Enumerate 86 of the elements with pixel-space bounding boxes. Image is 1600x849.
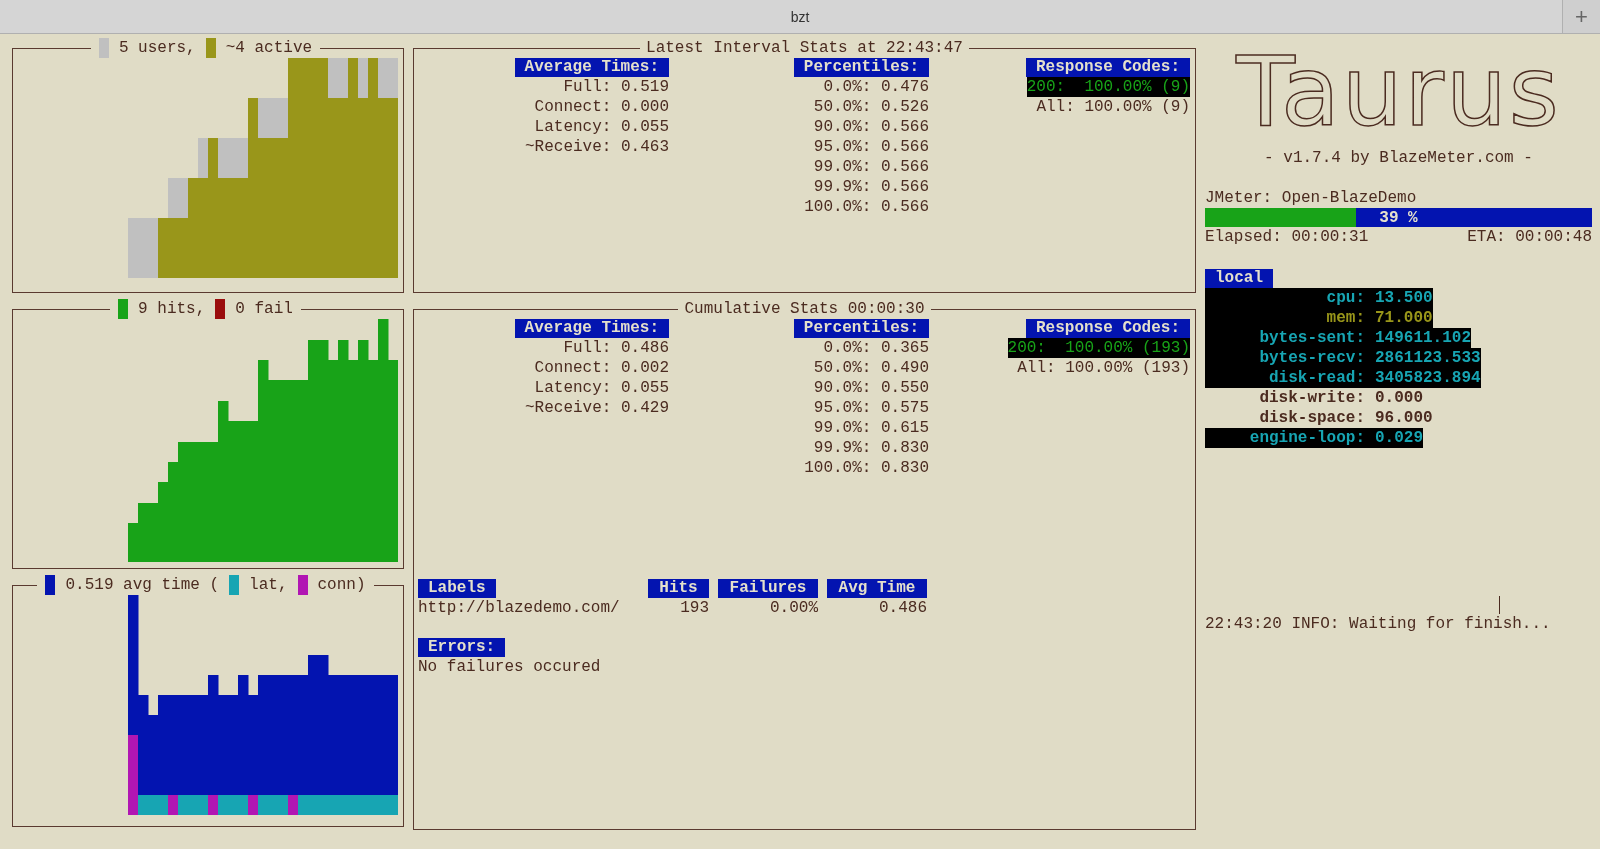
progress-reading: 39 % xyxy=(1379,207,1418,228)
latency-bar xyxy=(138,795,149,815)
column-header: Failures xyxy=(718,579,818,598)
stat-row: ~Receive: 0.429 xyxy=(524,398,669,418)
stat-row: Latency: 0.055 xyxy=(534,378,669,398)
stat-row: Full: 0.486 xyxy=(563,338,669,358)
latency-bar xyxy=(178,795,189,815)
column-header: Avg Time xyxy=(827,579,927,598)
metric-row-text: disk-space: 96.000 xyxy=(1258,408,1433,428)
window-title: bzt xyxy=(790,7,810,27)
column-header: Labels xyxy=(418,579,496,598)
latency-bar xyxy=(198,795,209,815)
eta-time: ETA: 00:00:48 xyxy=(1467,227,1592,247)
executor-label: JMeter: Open-BlazeDemo xyxy=(1205,188,1418,208)
stat-row: 90.0%: 0.550 xyxy=(813,378,929,398)
table-cell-text: 0.486 xyxy=(878,598,927,618)
metric-row: mem: 71.000 xyxy=(1205,308,1433,328)
legend-label: 9 hits, xyxy=(138,299,206,319)
logo-text: Taurus xyxy=(1236,46,1561,138)
panel-title: Latest Interval Stats at 22:43:47 xyxy=(645,38,964,58)
stat-row: Latency: 0.055 xyxy=(534,117,669,137)
log-line: 22:43:20 INFO: Waiting for finish... xyxy=(1205,614,1552,634)
metric-row: bytes-sent: 149611.102 xyxy=(1205,328,1471,348)
latency-bar xyxy=(158,795,169,815)
legend-label: 0.519 avg time ( xyxy=(65,575,220,595)
stat-row: 95.0%: 0.575 xyxy=(813,398,929,418)
stat-row: 50.0%: 0.490 xyxy=(813,358,929,378)
metric-row: engine-loop: 0.029 xyxy=(1205,428,1423,448)
error-message: No failures occured xyxy=(418,657,601,677)
stat-row: 90.0%: 0.566 xyxy=(813,117,929,137)
panel-title: Cumulative Stats 00:00:30 xyxy=(683,299,926,319)
legend-label: lat, xyxy=(249,575,288,595)
response-code-row: 200: 100.00% (9) xyxy=(1026,77,1190,97)
stat-row: 100.0%: 0.830 xyxy=(804,458,929,478)
elapsed-time: Elapsed: 00:00:31 xyxy=(1205,227,1369,247)
stat-row: ~Receive: 0.463 xyxy=(524,137,669,157)
section-header: Average Times: xyxy=(514,319,669,338)
text-cursor xyxy=(1499,596,1500,614)
response-code-row: 200: 100.00% (193) xyxy=(1007,338,1190,358)
response-code-row: All: 100.00% (193) xyxy=(1017,358,1190,378)
latency-bar xyxy=(278,795,289,815)
new-tab-button[interactable]: + xyxy=(1562,0,1600,33)
stat-row: 0.0%: 0.365 xyxy=(823,338,929,358)
section-header: Average Times: xyxy=(514,58,669,77)
metric-row: bytes-recv: 2861123.533 xyxy=(1205,348,1481,368)
stat-row: 99.9%: 0.830 xyxy=(813,438,929,458)
stat-row: 100.0%: 0.566 xyxy=(804,197,929,217)
users-bar xyxy=(128,218,139,278)
legend-label: conn) xyxy=(317,575,366,595)
stat-row: 50.0%: 0.526 xyxy=(813,97,929,117)
host-header: local xyxy=(1205,269,1273,288)
stat-row: Full: 0.519 xyxy=(563,77,669,97)
response-code-row: All: 100.00% (9) xyxy=(1036,97,1190,117)
stat-row: 99.9%: 0.566 xyxy=(813,177,929,197)
stat-row: 99.0%: 0.615 xyxy=(813,418,929,438)
stat-row: 0.0%: 0.476 xyxy=(823,77,929,97)
section-header: Response Codes: xyxy=(1025,319,1190,338)
metric-row-text: disk-write: 0.000 xyxy=(1258,388,1423,408)
legend-label: 5 users, xyxy=(118,38,196,58)
section-header: Response Codes: xyxy=(1025,58,1190,77)
users-bar xyxy=(148,218,159,278)
stat-row: 99.0%: 0.566 xyxy=(813,157,929,177)
latency-bar xyxy=(218,795,229,815)
active-bar xyxy=(158,218,169,278)
legend-label: 0 fail xyxy=(235,299,293,319)
section-header: Percentiles: xyxy=(793,58,929,77)
section-header: Percentiles: xyxy=(793,319,929,338)
column-header: Hits xyxy=(648,579,709,598)
table-cell-text: http://blazedemo.com/ xyxy=(418,598,621,618)
section-header: Errors: xyxy=(418,638,506,657)
connect-bar xyxy=(248,795,259,815)
metric-row: disk-read: 3405823.894 xyxy=(1205,368,1481,388)
latency-bar xyxy=(258,795,269,815)
connect-bar xyxy=(208,795,219,815)
metric-row: cpu: 13.500 xyxy=(1205,288,1433,308)
stat-row: 95.0%: 0.566 xyxy=(813,137,929,157)
tagline: - v1.7.4 by BlazeMeter.com - xyxy=(1264,148,1533,168)
stat-row: Connect: 0.002 xyxy=(534,358,669,378)
connect-bar xyxy=(168,795,179,815)
table-cell-text: 193 xyxy=(679,598,709,618)
legend-label: ~4 active xyxy=(225,38,313,58)
table-cell-text: 0.00% xyxy=(769,598,818,618)
connect-bar xyxy=(288,795,299,815)
stat-row: Connect: 0.000 xyxy=(534,97,669,117)
latency-bar xyxy=(298,795,309,815)
latency-bar xyxy=(238,795,249,815)
